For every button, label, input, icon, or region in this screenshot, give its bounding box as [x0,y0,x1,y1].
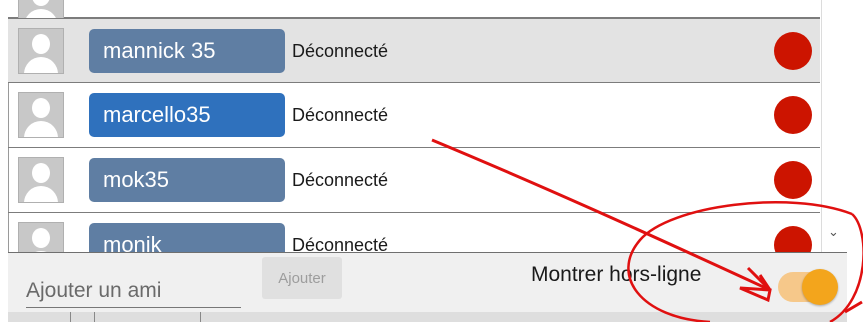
contact-status: Déconnecté [292,41,389,61]
bottom-edge [8,312,847,322]
toggle-knob[interactable] [802,269,838,305]
show-offline-label: Montrer hors-ligne [531,263,702,286]
annotation-mark [844,300,863,314]
status-dot-icon [774,32,812,70]
contact-row[interactable]: marcello35 Déconnecté [8,83,820,148]
contact-name[interactable]: monik [89,223,285,252]
contact-status: Déconnecté [292,105,389,125]
contact-name[interactable]: mannick 35 [89,29,285,73]
divider [94,312,95,322]
list-scrollbar[interactable]: ⌄ [821,0,848,252]
contact-list[interactable]: mannick 35 Déconnecté marcello35 Déconne… [8,0,820,252]
contact-status: Déconnecté [292,235,389,252]
contact-row[interactable]: monik Déconnecté [8,213,820,252]
add-friend-button[interactable]: Ajouter [262,257,342,299]
add-friend-input[interactable] [26,275,241,308]
contact-row-partial[interactable] [8,0,820,26]
contact-status: Déconnecté [292,170,389,190]
contact-row[interactable]: mok35 Déconnecté [8,148,820,213]
status-dot-icon [774,226,812,252]
chevron-down-icon[interactable]: ⌄ [828,224,839,240]
status-dot-icon [774,96,812,134]
user-avatar-icon [18,157,64,203]
user-avatar-icon [18,28,64,74]
contacts-footer: Ajouter Montrer hors-ligne [8,252,847,312]
contact-name[interactable]: marcello35 [89,93,285,137]
contact-row[interactable]: mannick 35 Déconnecté [8,18,820,83]
user-avatar-icon [18,222,64,252]
user-avatar-icon [18,92,64,138]
divider [200,312,201,322]
contact-name[interactable]: mok35 [89,158,285,202]
divider [70,312,71,322]
status-dot-icon [774,161,812,199]
